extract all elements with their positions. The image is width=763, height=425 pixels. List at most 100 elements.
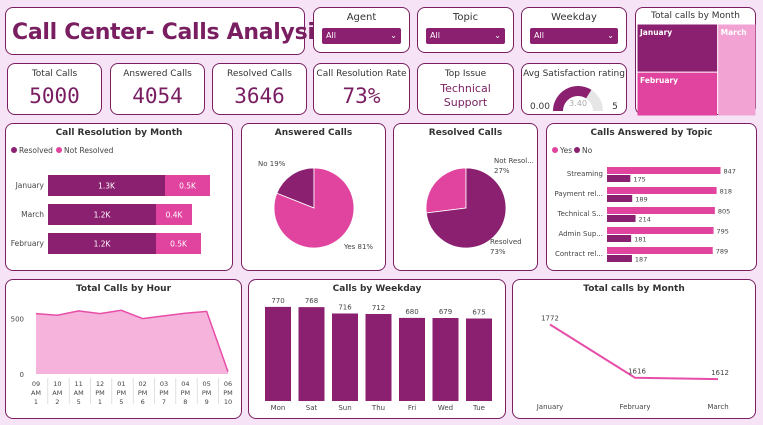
answered-calls-label: Answered Calls	[123, 69, 192, 79]
legend-dot-not-resolved	[56, 147, 62, 153]
bar-data-label: 818	[720, 188, 732, 196]
bar-yes	[607, 207, 715, 214]
x-tick-label: 2	[55, 398, 59, 406]
gauge-value: 3.40	[569, 99, 587, 108]
bar-data-label: 847	[723, 168, 735, 176]
bar-data-label: 0.5K	[170, 240, 188, 249]
category-label: March	[21, 210, 44, 219]
legend-dot-yes	[552, 147, 558, 153]
bar-yes	[607, 227, 714, 234]
x-tick-label: PM	[95, 389, 105, 397]
agent-slicer: Agent All ⌄	[313, 7, 410, 53]
legend-label: Yes	[559, 146, 572, 155]
calls-by-hour-chart: 050009AM110AM211AM512PM101PM502PM603PM70…	[11, 309, 233, 406]
resolution-by-month-chart: Resolved Not Resolved January 1.3K 0.5K March…	[11, 146, 210, 254]
answered-calls-value: 4054	[132, 84, 183, 108]
bar-data-label: 675	[472, 309, 485, 317]
top-issue-value: Technical Support	[418, 82, 513, 110]
weekday-bar	[365, 313, 392, 401]
topic-dropdown-value: All	[430, 31, 440, 40]
resolution-by-month-card: Call Resolution by Month Resolved Not Res…	[5, 123, 233, 271]
legend-dot-resolved	[11, 147, 17, 153]
bar-data-label: 716	[338, 303, 352, 311]
answered-pie-card: Answered Calls No 19% Yes 81%	[241, 123, 386, 271]
x-tick-label: 10	[53, 380, 61, 388]
x-tick-label: 8	[183, 398, 187, 406]
weekday-bar	[466, 318, 492, 401]
x-tick-label: 03	[160, 380, 168, 388]
weekday-bar	[399, 317, 425, 401]
pie-data-label: No 19%	[258, 160, 286, 168]
topic-label: Streaming	[567, 170, 603, 178]
treemap-label: March	[721, 28, 747, 37]
agent-dropdown[interactable]: All ⌄	[322, 28, 401, 44]
pie-data-label: Resolved	[490, 238, 522, 246]
topic-dropdown[interactable]: All ⌄	[426, 28, 505, 44]
bar-data-label: 0.5K	[179, 182, 197, 191]
bar-data-label: 0.4K	[166, 211, 184, 220]
y-tick-label: 500	[11, 316, 24, 324]
top-issue-card: Top Issue Technical Support	[417, 63, 514, 115]
x-tick-label: 1	[98, 398, 102, 406]
agent-slicer-label: Agent	[346, 12, 377, 23]
x-tick-label: PM	[138, 389, 148, 397]
x-tick-label: 12	[96, 380, 104, 388]
answered-calls-card: Answered Calls 4054	[110, 63, 205, 115]
x-tick-label: Wed	[438, 404, 453, 412]
bar-no	[607, 255, 632, 262]
answered-pie-title: Answered Calls	[274, 128, 353, 138]
bar-yes	[607, 167, 721, 174]
y-tick-label: 0	[20, 371, 24, 379]
weekday-bar	[332, 313, 358, 401]
topic-label: Contract rel...	[555, 250, 603, 258]
total-calls-card: Total Calls 5000	[7, 63, 102, 115]
pie-data-label: 27%	[494, 167, 510, 175]
pie-data-label: 73%	[490, 248, 506, 256]
answered-by-topic-card: Calls Answered by Topic Yes No Streaming 84…	[546, 123, 757, 271]
gauge-min: 0.00	[530, 102, 550, 112]
topic-slicer: Topic All ⌄	[417, 7, 514, 53]
bar-data-label: 789	[716, 248, 728, 256]
bar-data-label: 712	[372, 304, 385, 312]
treemap-tile-march	[718, 24, 756, 116]
calls-by-month-line-title: Total calls by Month	[583, 284, 685, 294]
pie-slice-not-resolved	[425, 167, 467, 214]
resolved-calls-value: 3646	[234, 84, 285, 108]
chevron-down-icon: ⌄	[607, 31, 614, 40]
legend-label: Not Resolved	[64, 146, 114, 155]
x-tick-label: 5	[119, 398, 123, 406]
satisfaction-gauge: 0.00 3.40 5	[530, 86, 618, 112]
bar-yes	[607, 247, 713, 254]
x-tick-label: AM	[31, 389, 41, 397]
x-tick-label: January	[536, 403, 564, 411]
x-tick-label: 02	[139, 380, 147, 388]
x-tick-label: PM	[202, 389, 212, 397]
chevron-down-icon: ⌄	[494, 31, 501, 40]
bar-data-label: 181	[634, 236, 646, 244]
x-tick-label: 06	[224, 380, 232, 388]
x-tick-label: 04	[181, 380, 189, 388]
weekday-dropdown[interactable]: All ⌄	[530, 28, 618, 44]
x-tick-label: 10	[224, 398, 232, 406]
calls-by-weekday-chart: 770 Mon 768 Sat 716 Sun 712 Thu 680 Fri 679 Wed 675 T…	[265, 297, 492, 412]
resolved-pie-title: Resolved Calls	[428, 128, 503, 138]
bar-data-label: 680	[405, 308, 418, 316]
chevron-down-icon: ⌄	[390, 31, 397, 40]
x-tick-label: PM	[117, 389, 127, 397]
x-tick-label: Thu	[371, 404, 385, 412]
x-tick-label: February	[619, 403, 650, 411]
weekday-bar	[265, 306, 291, 401]
topic-label: Payment rel...	[554, 190, 603, 198]
bar-data-label: 214	[639, 216, 651, 224]
pie-data-label: Yes 81%	[343, 243, 373, 251]
x-tick-label: AM	[74, 389, 84, 397]
answered-by-topic-title: Calls Answered by Topic	[590, 128, 713, 138]
bar-no	[607, 235, 632, 242]
bar-no	[607, 195, 633, 202]
treemap-chart: January February March	[637, 24, 756, 116]
legend-label: Resolved	[19, 146, 53, 155]
resolved-pie-card: Resolved Calls Not Resol... 27% Resolved 73…	[393, 123, 538, 271]
x-tick-label: 9	[205, 398, 209, 406]
top-issue-label: Top Issue	[444, 69, 487, 79]
x-tick-label: 05	[203, 380, 211, 388]
